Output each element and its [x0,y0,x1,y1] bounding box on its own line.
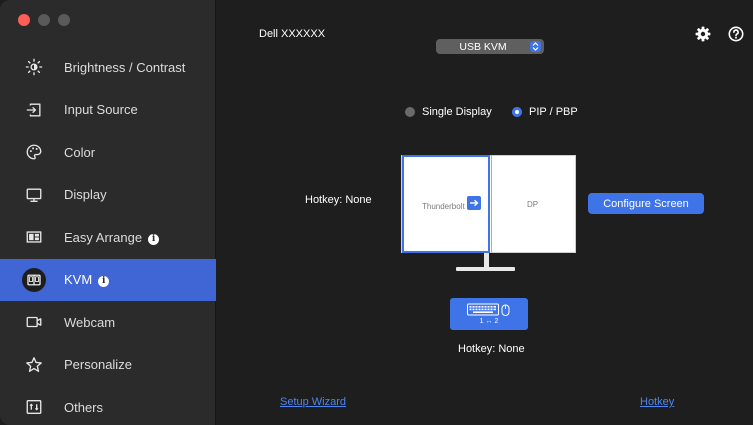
sidebar-item-label: Display [64,187,107,203]
maximize-window-button[interactable] [58,14,70,26]
sidebar-item-personalize[interactable]: Personalize [0,344,216,387]
sidebar-item-label: Input Source [64,102,138,118]
close-window-button[interactable] [18,14,30,26]
arrow-right-icon [467,196,481,210]
sidebar: Brightness / Contrast Input Source Color… [0,0,216,425]
kvm-keyboard-mouse-switch[interactable]: 1 ↔ 2 [450,298,528,330]
sidebar-item-webcam[interactable]: Webcam [0,301,216,344]
radio-pip-pbp[interactable]: PIP / PBP [512,106,578,118]
color-palette-icon [24,142,44,162]
info-icon[interactable]: i [148,233,160,245]
window-controls [18,14,70,26]
setup-wizard-link[interactable]: Setup Wizard [280,396,346,408]
easy-arrange-icon [24,227,44,247]
radio-pip-pbp-label: PIP / PBP [529,106,578,118]
sidebar-item-label: Easy Arrange i [64,230,160,245]
settings-gear-icon[interactable] [695,26,711,42]
sidebar-item-label: Color [64,144,96,160]
radio-button-off[interactable] [405,107,415,117]
info-icon[interactable]: i [98,276,110,288]
sidebar-item-label: Brightness / Contrast [64,59,186,75]
monitor-stand-neck [484,253,489,267]
main-panel: Dell XXXXXX USB KVM Single Display PIP /… [217,0,753,425]
sidebar-item-display[interactable]: Display [0,174,216,217]
chevron-up-down-icon [530,41,541,52]
radio-button-on[interactable] [512,107,522,117]
sidebar-nav: Brightness / Contrast Input Source Color… [0,46,216,425]
monitor-stand-base [456,267,515,271]
hotkey-link[interactable]: Hotkey [640,396,674,408]
configure-screen-button[interactable]: Configure Screen [588,193,704,214]
monitor-name: Dell XXXXXX [259,28,326,40]
hotkey-label: Hotkey: None [305,194,372,206]
sidebar-item-kvm[interactable]: KVM i [0,258,216,301]
sidebar-item-label: Others [64,399,104,415]
app-window: Brightness / Contrast Input Source Color… [0,0,753,425]
sidebar-item-input-source[interactable]: Input Source [0,89,216,132]
input-source-icon [24,100,44,120]
kvm-switch-direction: 1 ↔ 2 [479,318,499,325]
hotkey-label: Hotkey: None [458,343,525,355]
minimize-window-button[interactable] [38,14,50,26]
star-icon [24,355,44,375]
pbp-pane-dp[interactable]: DP [491,155,576,253]
brightness-icon [24,57,44,77]
radio-single-display-label: Single Display [422,106,492,118]
mode-dropdown[interactable]: USB KVM [436,39,544,54]
sidebar-item-easy-arrange[interactable]: Easy Arrange i [0,216,216,259]
others-icon [24,397,44,417]
pane-label-thunderbolt: Thunderbolt [422,202,465,211]
mode-dropdown-value: USB KVM [459,40,507,53]
sidebar-item-label: Personalize [64,357,132,373]
sidebar-item-color[interactable]: Color [0,131,216,174]
sidebar-item-label: KVM i [64,272,110,288]
sidebar-item-others[interactable]: Others [0,386,216,425]
display-icon [24,185,44,205]
sidebar-item-label: Webcam [64,314,116,330]
help-icon[interactable] [728,26,744,42]
radio-single-display[interactable]: Single Display [405,106,492,118]
webcam-icon [24,312,44,332]
kvm-icon [22,267,46,292]
sidebar-item-brightness-contrast[interactable]: Brightness / Contrast [0,46,216,89]
pane-label-dp: DP [527,200,539,209]
